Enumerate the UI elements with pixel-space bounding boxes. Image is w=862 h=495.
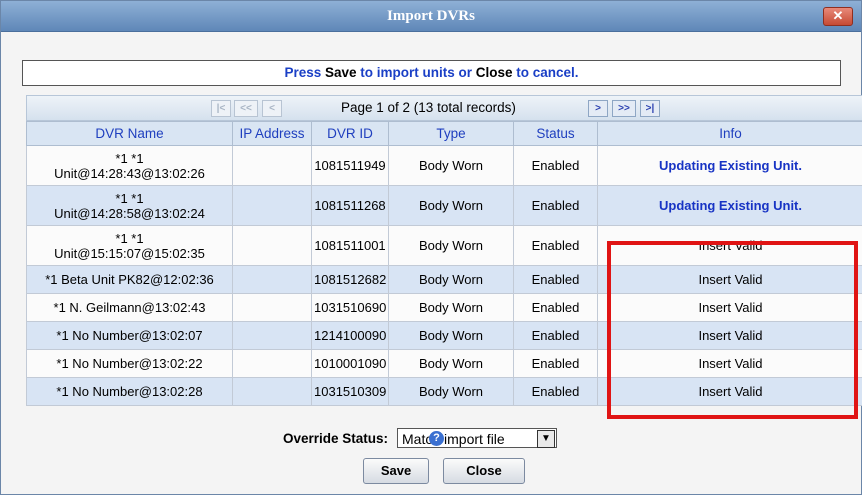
dvr-name-line2: Unit@14:28:43@13:02:26 [54,165,205,181]
first-page-icon[interactable]: |< [211,100,231,117]
prev-page-icon[interactable]: < [262,100,282,117]
dvr-id-cell: 1081511949 [311,145,389,186]
table-row[interactable]: *1 *1 Unit@14:28:43@13:02:26 1081511949 B… [26,145,862,186]
pager: |< << < Page 1 of 2 (13 total records) >… [26,95,862,121]
instruction-banner: Press Save to import units or Close to c… [22,60,841,86]
override-status-value: Match import file [402,431,505,447]
type-cell: Body Worn [388,377,514,406]
column-header-ip-address[interactable]: IP Address [232,121,312,146]
ip-address-cell [232,265,312,294]
column-header-info[interactable]: Info [597,121,862,146]
dialog-title: Import DVRs [387,8,475,24]
dvr-id-cell: 1031510309 [311,377,389,406]
close-button[interactable]: Close [443,458,525,484]
status-cell: Enabled [513,145,598,186]
type-cell: Body Worn [388,293,514,322]
dvr-id-cell: 1010001090 [311,349,389,378]
table-row[interactable]: *1 *1 Unit@14:28:58@13:02:24 1081511268 B… [26,185,862,226]
dvr-name-cell: *1 *1 Unit@15:15:07@15:02:35 [26,225,233,266]
dvr-id-cell: 1081511268 [311,185,389,226]
dvr-id-cell: 1031510690 [311,293,389,322]
dvr-name-cell: *1 N. Geilmann@13:02:43 [26,293,233,322]
dvr-name-cell: *1 No Number@13:02:07 [26,321,233,350]
dvr-id-cell: 1081512682 [311,265,389,294]
ip-address-cell [232,349,312,378]
help-icon[interactable]: ? [429,431,444,446]
dvr-name-line1: *1 *1 [115,150,144,166]
dvr-name-line2: Unit@15:15:07@15:02:35 [54,245,205,261]
dvr-id-cell: 1214100090 [311,321,389,350]
info-cell: Updating Existing Unit. [597,185,862,226]
column-header-status[interactable]: Status [513,121,598,146]
ip-address-cell [232,321,312,350]
dvr-name-line1: *1 *1 [115,230,144,246]
dvr-name-cell: *1 *1 Unit@14:28:43@13:02:26 [26,145,233,186]
status-cell: Enabled [513,293,598,322]
dvr-name-cell: *1 No Number@13:02:22 [26,349,233,378]
prev-page-set-icon[interactable]: << [234,100,258,117]
next-page-set-icon[interactable]: >> [612,100,636,117]
instruction-text-2: to import units or [356,65,476,80]
status-cell: Enabled [513,377,598,406]
column-header-dvr-id[interactable]: DVR ID [311,121,389,146]
ip-address-cell [232,377,312,406]
type-cell: Body Worn [388,185,514,226]
status-cell: Enabled [513,265,598,294]
dvr-name-cell: *1 Beta Unit PK82@12:02:36 [26,265,233,294]
type-cell: Body Worn [388,265,514,294]
instruction-close-word: Close [475,65,513,80]
table-header-row: DVR Name IP Address DVR ID Type Status I… [26,121,862,146]
dvr-name-cell: *1 No Number@13:02:28 [26,377,233,406]
status-cell: Enabled [513,349,598,378]
info-cell: Updating Existing Unit. [597,145,862,186]
column-header-type[interactable]: Type [388,121,514,146]
column-header-dvr-name[interactable]: DVR Name [26,121,233,146]
chevron-down-icon[interactable]: ▼ [537,430,555,448]
dvr-name-line2: Unit@14:28:58@13:02:24 [54,205,205,221]
ip-address-cell [232,145,312,186]
save-button[interactable]: Save [363,458,429,484]
instruction-text-1: Press [284,65,325,80]
last-page-icon[interactable]: >| [640,100,660,117]
ip-address-cell [232,293,312,322]
dvr-name-line1: *1 *1 [115,190,144,206]
instruction-save-word: Save [324,65,357,80]
type-cell: Body Worn [388,349,514,378]
dialog-titlebar: Import DVRs ✕ [1,1,861,32]
instruction-text-3: to cancel. [512,65,579,80]
dvr-name-cell: *1 *1 Unit@14:28:58@13:02:24 [26,185,233,226]
type-cell: Body Worn [388,145,514,186]
import-dvrs-dialog: Import DVRs ✕ Press Save to import units… [0,0,862,495]
ip-address-cell [232,185,312,226]
info-highlight-box [607,241,858,419]
dvr-id-cell: 1081511001 [311,225,389,266]
override-status-select[interactable]: Match import file ▼ [397,428,557,448]
status-cell: Enabled [513,321,598,350]
status-cell: Enabled [513,185,598,226]
override-status-label: Override Status: [283,431,389,446]
type-cell: Body Worn [388,225,514,266]
page-status: Page 1 of 2 (13 total records) [341,100,516,115]
ip-address-cell [232,225,312,266]
next-page-icon[interactable]: > [588,100,608,117]
type-cell: Body Worn [388,321,514,350]
close-icon[interactable]: ✕ [823,7,853,26]
status-cell: Enabled [513,225,598,266]
